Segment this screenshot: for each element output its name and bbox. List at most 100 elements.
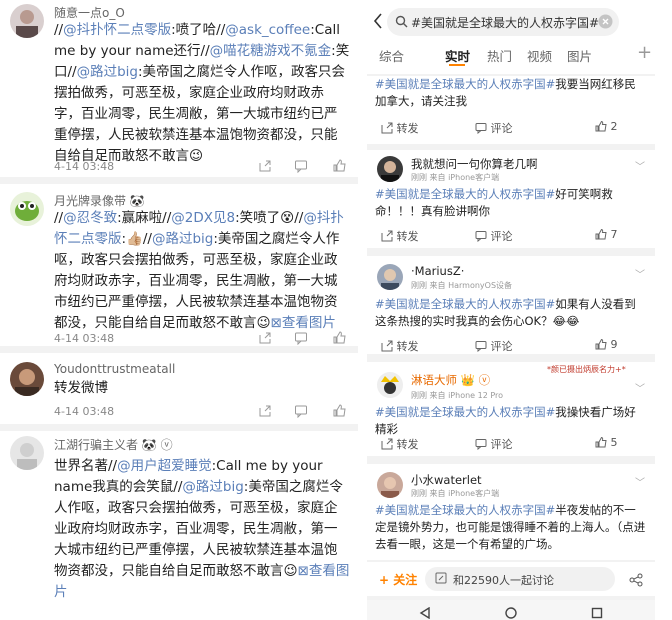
comment-text-segment: 😉: [189, 148, 204, 164]
commenter-name[interactable]: 江湖行骗主义者 🐼 ⓥ: [54, 436, 173, 453]
chevron-down-icon[interactable]: ﹀: [635, 158, 645, 173]
like-button[interactable]: 2: [595, 120, 618, 133]
comment-text-segment: :喷了哈//: [171, 22, 226, 38]
like-button[interactable]: 9: [595, 338, 618, 351]
commenter-name[interactable]: Youdonttrustmeatall: [54, 362, 175, 376]
comment-thread-panel: 随意一点o_O //@抖扑怀二点零版:喷了哈//@ask_coffee:Call…: [0, 0, 358, 620]
avatar[interactable]: [377, 372, 403, 398]
tab-images[interactable]: 图片: [567, 46, 592, 65]
avatar[interactable]: [377, 264, 403, 290]
repost-button[interactable]: 转发: [381, 436, 419, 452]
comment-time: 4-14 03:48: [54, 332, 115, 345]
mention-link[interactable]: @ask_coffee: [225, 22, 310, 38]
post-action-bar: 转发 评论 2: [367, 116, 655, 140]
post-text: #美国就是全球最大的人权赤字国#好可笑啊救命！！！真有脸讲啊你: [375, 186, 647, 220]
mention-link[interactable]: @用户超爱睡觉: [117, 458, 212, 474]
commenter-name[interactable]: 随意一点o_O: [54, 4, 125, 21]
post-meta: 刚刚 来自 iPhone客户端: [411, 489, 500, 498]
nav-home-icon[interactable]: [505, 604, 517, 620]
tab-realtime[interactable]: 实时: [445, 46, 470, 65]
repost-button[interactable]: 转发: [381, 120, 419, 136]
comment-button[interactable]: 评论: [475, 436, 513, 452]
post-text: #美国就是全球最大的人权赤字国#半夜发帖的不一定是镜外势力，也可能是饿得睡不着的…: [375, 502, 647, 553]
like-button[interactable]: 7: [595, 228, 618, 241]
mention-link[interactable]: @路过big: [152, 231, 213, 247]
post-action-bar: 转发 评论 9: [367, 334, 655, 358]
tab-video[interactable]: 视频: [527, 46, 552, 65]
poster-name[interactable]: ·MariusZ·: [411, 264, 464, 278]
poster-name[interactable]: 小水waterlet: [411, 472, 482, 488]
back-icon[interactable]: [373, 12, 383, 34]
tab-comprehensive[interactable]: 综合: [379, 46, 404, 65]
mention-link[interactable]: @路过big: [182, 479, 243, 495]
like-icon[interactable]: [332, 403, 347, 422]
nav-recents-icon[interactable]: [591, 604, 603, 620]
tab-hot[interactable]: 热门: [487, 46, 512, 65]
comment-button[interactable]: 评论: [475, 120, 513, 136]
avatar[interactable]: [10, 4, 44, 38]
clear-icon[interactable]: [598, 14, 613, 32]
follow-button[interactable]: + 关注: [379, 571, 417, 588]
feed-post[interactable]: #美国就是全球最大的人权赤字国#我要当网红移民加拿大，请关注我 转发 评论 2: [367, 76, 655, 144]
add-tab-icon[interactable]: +: [637, 42, 652, 63]
like-icon[interactable]: [332, 158, 347, 177]
chevron-down-icon[interactable]: ﹀: [635, 474, 645, 489]
mention-link[interactable]: @忍冬致: [63, 210, 117, 226]
post-action-bar: 转发 评论 7: [367, 224, 655, 248]
mention-link[interactable]: ⊠查看图片: [271, 315, 336, 331]
topic-hashtag-link[interactable]: #美国就是全球最大的人权赤字国#: [375, 405, 555, 419]
commenter-name[interactable]: 月光牌录像带 🐼: [54, 192, 145, 209]
chevron-down-icon[interactable]: ﹀: [635, 266, 645, 281]
post-text: #美国就是全球最大的人权赤字国#我要当网红移民加拿大，请关注我: [375, 76, 647, 110]
search-bar[interactable]: #美国就是全球最大的人权赤字国#: [387, 8, 619, 36]
avatar[interactable]: [10, 192, 44, 226]
feed-post[interactable]: 淋语大师 👑 ⓥ *颜已摄出炳辰名力+* 刚刚 来自 iPhone 12 Pro…: [367, 362, 655, 456]
comment-text-segment: 😉: [256, 315, 271, 331]
like-button[interactable]: 5: [595, 436, 618, 449]
poster-name[interactable]: 我就想问一句你算老几啊: [411, 156, 538, 172]
comment-text: //@忍冬致:赢麻啦//@2DX见8:笑喷了😵//@抖扑怀二点零版:👍🏼//@路…: [54, 208, 350, 334]
comment-icon[interactable]: [294, 158, 308, 177]
feed-post[interactable]: 我就想问一句你算老几啊 刚刚 来自 iPhone客户端 ﹀ #美国就是全球最大的…: [367, 150, 655, 248]
comment-text-segment: 😉: [283, 563, 298, 579]
topic-hashtag-link[interactable]: #美国就是全球最大的人权赤字国#: [375, 187, 555, 201]
avatar[interactable]: [377, 472, 403, 498]
mention-link[interactable]: @路过big: [77, 64, 138, 80]
feed-post[interactable]: ·MariusZ· 刚刚 来自 HarmonyOS设备 ﹀ #美国就是全球最大的…: [367, 256, 655, 354]
comment-text-segment: 转发微博: [54, 380, 108, 396]
comment-icon[interactable]: [294, 403, 308, 422]
topic-hashtag-link[interactable]: #美国就是全球最大的人权赤字国#: [375, 503, 555, 517]
share-icon[interactable]: [629, 572, 643, 591]
edit-icon: [435, 572, 447, 587]
post-text: #美国就是全球最大的人权赤字国#如果有人没看到这条热搜的实时我真的会伤心OK？😂…: [375, 296, 647, 330]
share-icon[interactable]: [258, 158, 272, 177]
feed-post[interactable]: 小水waterlet 刚刚 来自 iPhone客户端 ﹀ #美国就是全球最大的人…: [367, 464, 655, 560]
comment-item: 江湖行骗主义者 🐼 ⓥ 世界名著//@用户超爱睡觉:Call me by you…: [0, 428, 358, 620]
nav-back-icon[interactable]: [419, 604, 431, 620]
comment-button[interactable]: 评论: [475, 338, 513, 354]
topic-hashtag-link[interactable]: #美国就是全球最大的人权赤字国#: [375, 77, 555, 91]
mention-link[interactable]: @2DX见8: [171, 210, 235, 226]
chevron-down-icon[interactable]: ﹀: [635, 380, 645, 395]
search-query: #美国就是全球最大的人权赤字国#: [411, 16, 600, 30]
comment-button[interactable]: 评论: [475, 228, 513, 244]
discuss-input[interactable]: 和22590人一起讨论: [425, 567, 615, 591]
top-bar: #美国就是全球最大的人权赤字国# 综合 实时 热门 视频 图片 +: [367, 0, 655, 74]
post-meta: 刚刚 来自 iPhone客户端: [411, 173, 500, 182]
profile-badge: *颜已摄出炳辰名力+*: [547, 365, 626, 374]
mention-link[interactable]: @抖扑怀二点零版: [63, 22, 171, 38]
topic-hashtag-link[interactable]: #美国就是全球最大的人权赤字国#: [375, 297, 555, 311]
repost-button[interactable]: 转发: [381, 338, 419, 354]
search-icon: [395, 15, 408, 31]
post-meta: 刚刚 来自 iPhone 12 Pro: [411, 391, 504, 400]
avatar[interactable]: [10, 436, 44, 470]
poster-name[interactable]: 淋语大师 👑 ⓥ: [411, 372, 490, 388]
repost-button[interactable]: 转发: [381, 228, 419, 244]
mention-link[interactable]: @喵花糖游戏不氪金: [210, 43, 332, 59]
share-icon[interactable]: [258, 403, 272, 422]
system-nav-bar: [367, 600, 655, 620]
avatar[interactable]: [10, 362, 44, 396]
avatar[interactable]: [377, 156, 403, 182]
comment-text-segment: :笑喷了😵//: [235, 210, 304, 226]
comment-text: 世界名著//@用户超爱睡觉:Call me by your name我真的会笑鼠…: [54, 456, 350, 603]
